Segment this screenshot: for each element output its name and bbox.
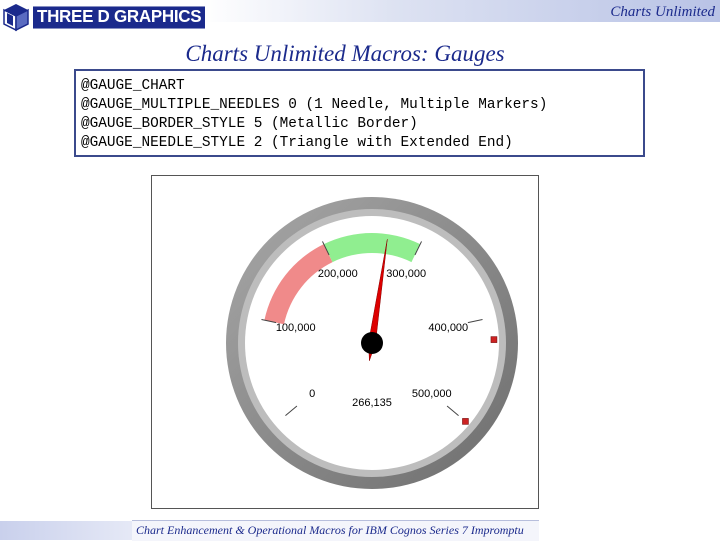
gauge-marker <box>490 336 498 343</box>
gauge-tick-label: 500,000 <box>412 388 452 400</box>
code-line: @GAUGE_MULTIPLE_NEEDLES 0 (1 Needle, Mul… <box>81 97 548 113</box>
gauge-tick-label: 300,000 <box>386 268 426 280</box>
code-line: @GAUGE_NEEDLE_STYLE 2 (Triangle with Ext… <box>81 135 513 151</box>
gauge-value-label: 266,135 <box>352 397 392 409</box>
gauge-marker <box>462 418 469 425</box>
gauge-chart-frame: 0 100,000 200,000 300,000 400,000 500,000 266… <box>151 175 539 509</box>
slide-title: Charts Unlimited Macros: Gauges <box>185 41 505 66</box>
three-d-cube-icon <box>3 4 29 32</box>
code-line: @GAUGE_BORDER_STYLE 5 (Metallic Border) <box>81 116 418 132</box>
logo-text: THREE D GRAPHICS <box>33 5 206 29</box>
logo: THREE D GRAPHICS <box>2 1 206 33</box>
gauge-tick-label: 0 <box>309 388 315 400</box>
gauge-needle-hub <box>361 332 383 354</box>
macro-code-box: @GAUGE_CHART @GAUGE_MULTIPLE_NEEDLES 0 (… <box>74 69 645 157</box>
gauge-tick-label: 400,000 <box>428 322 468 334</box>
gauge-tick-label: 200,000 <box>318 268 358 280</box>
gauge-tick-label: 100,000 <box>276 322 316 334</box>
code-line: @GAUGE_CHART <box>81 78 185 94</box>
brand-name: Charts Unlimited <box>610 4 715 20</box>
footer-text: Chart Enhancement & Operational Macros f… <box>136 523 524 537</box>
gauge-chart: 0 100,000 200,000 300,000 400,000 500,000 266… <box>226 197 518 489</box>
